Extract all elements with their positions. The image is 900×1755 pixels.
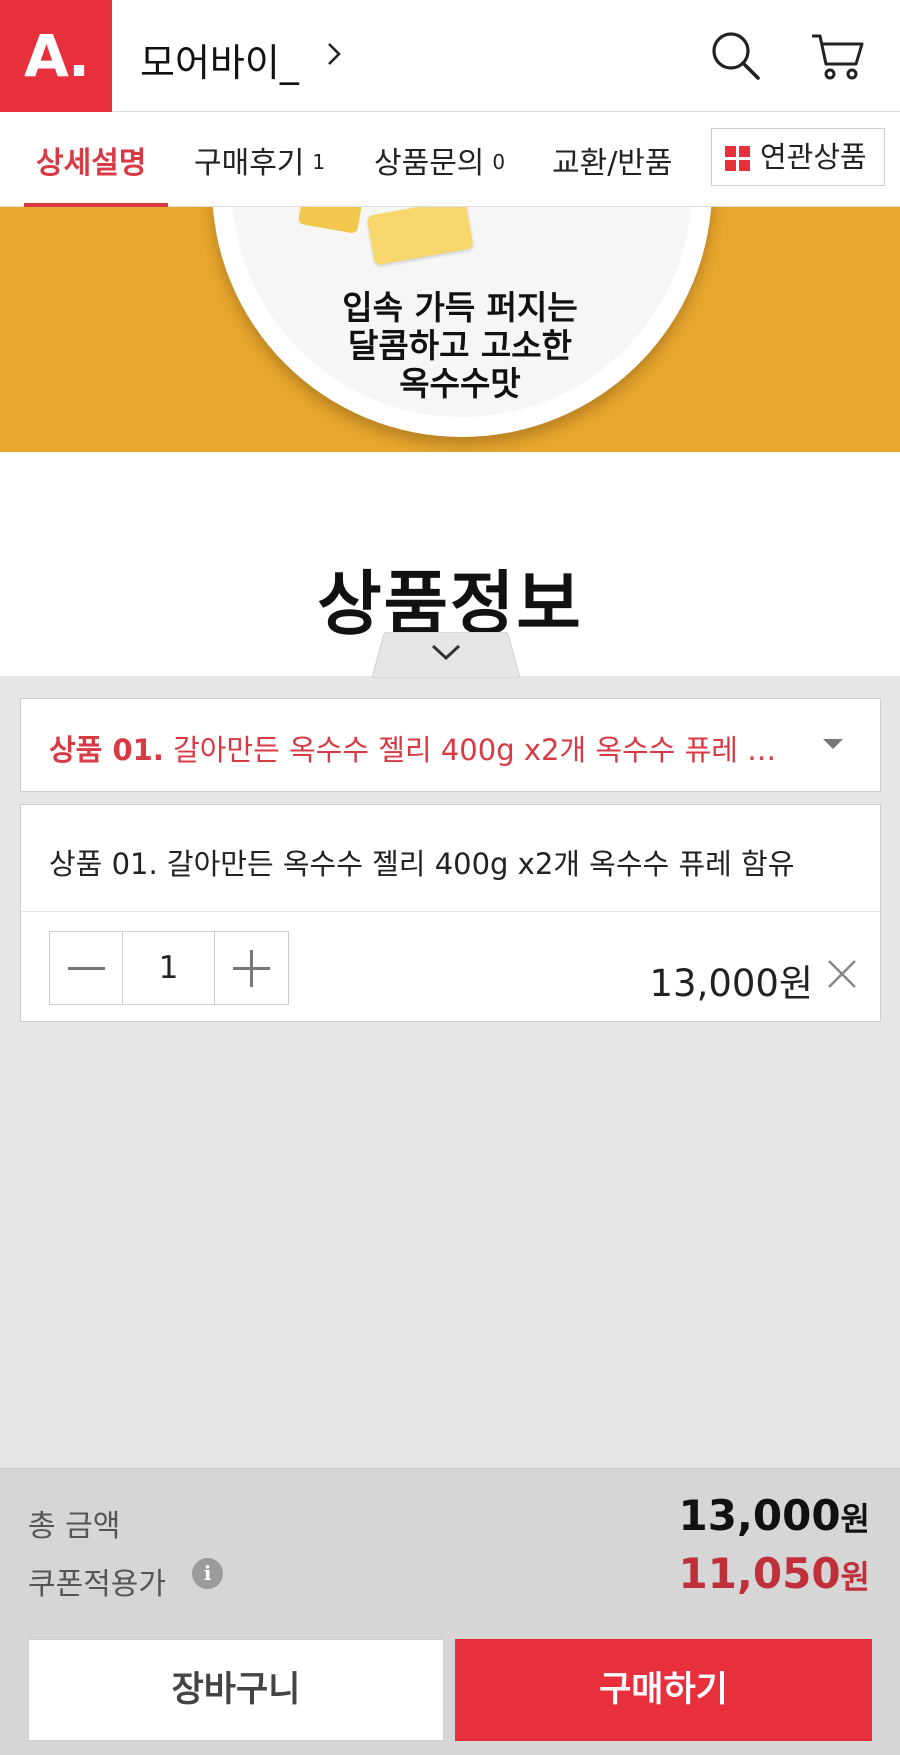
total-amount-label: 총 금액 [28, 1509, 121, 1544]
caret-down-icon [823, 739, 843, 749]
option-prefix: 상품 01. [49, 733, 164, 767]
banner-caption: 입속 가득 퍼지는 달콤하고 고소한 옥수수맛 [260, 289, 660, 403]
quantity-value[interactable]: 1 [123, 932, 214, 1004]
chevron-right-icon[interactable] [320, 40, 348, 68]
selected-option-card: 상품 01. 갈아만든 옥수수 젤리 400g x2개 옥수수 퓨레 함유 1 … [20, 804, 881, 1022]
item-price: 13,000원 [649, 962, 813, 1005]
quantity-stepper: 1 [49, 931, 289, 1005]
add-to-cart-button[interactable]: 장바구니 [28, 1639, 444, 1741]
tab-inquiries[interactable]: 상품문의 0 [374, 138, 505, 182]
coupon-price-value: 11,050 [678, 1549, 841, 1598]
selected-option-name: 상품 01. 갈아만든 옥수수 젤리 400g x2개 옥수수 퓨레 함유 [49, 847, 795, 881]
option-dropdown-text: 상품 01. 갈아만든 옥수수 젤리 400g x2개 옥수수 퓨레 함유 [49, 727, 789, 769]
currency-unit: 원 [840, 1558, 870, 1596]
coupon-price: 11,050원 [678, 1549, 870, 1598]
option-name: 갈아만든 옥수수 젤리 400g x2개 옥수수 퓨레 함유 [173, 733, 789, 767]
tab-scroll-area: 상세설명 구매후기 1 상품문의 0 교환/반품 [0, 112, 706, 207]
tab-exchange-return[interactable]: 교환/반품 [552, 138, 673, 182]
decrease-quantity-button[interactable] [50, 932, 123, 1004]
store-logo[interactable]: A. [0, 0, 112, 112]
tab-label: 상품문의 [374, 146, 485, 181]
search-icon[interactable] [706, 26, 766, 86]
review-count: 1 [312, 150, 326, 174]
buy-now-button[interactable]: 구매하기 [455, 1639, 872, 1741]
banner-line: 달콤하고 고소한 [347, 326, 572, 365]
total-amount: 13,000원 [678, 1491, 870, 1540]
cart-icon[interactable] [808, 26, 868, 86]
product-banner-image: 입속 가득 퍼지는 달콤하고 고소한 옥수수맛 [0, 207, 900, 452]
detail-tab-bar: 상세설명 구매후기 1 상품문의 0 교환/반품 연관상품 [0, 112, 900, 207]
tab-label: 상세설명 [36, 146, 147, 181]
inquiry-count: 0 [492, 150, 506, 174]
sheet-collapse-handle[interactable] [372, 632, 520, 678]
tab-description[interactable]: 상세설명 [36, 138, 146, 182]
tab-label: 교환/반품 [552, 146, 673, 181]
divider [21, 911, 880, 912]
coupon-price-label: 쿠폰적용가 [28, 1567, 166, 1602]
related-products-button[interactable]: 연관상품 [711, 128, 885, 186]
total-amount-value: 13,000 [678, 1491, 841, 1540]
option-dropdown[interactable]: 상품 01. 갈아만든 옥수수 젤리 400g x2개 옥수수 퓨레 함유 [20, 698, 881, 792]
info-icon[interactable]: i [192, 1558, 223, 1589]
tab-label: 구매후기 [194, 146, 305, 181]
store-name[interactable]: 모어바이_ [140, 32, 299, 87]
grid-icon [725, 146, 751, 172]
banner-line: 입속 가득 퍼지는 [342, 288, 578, 327]
related-products-label: 연관상품 [760, 140, 867, 174]
close-icon[interactable] [825, 957, 859, 991]
tab-reviews[interactable]: 구매후기 1 [194, 138, 325, 182]
increase-quantity-button[interactable] [214, 932, 287, 1004]
currency-unit: 원 [840, 1500, 870, 1538]
banner-line: 옥수수맛 [399, 364, 521, 403]
checkout-footer: 총 금액 13,000원 쿠폰적용가 i 11,050원 장바구니 구매하기 [0, 1468, 900, 1755]
app-header: A. 모어바이_ [0, 0, 900, 112]
